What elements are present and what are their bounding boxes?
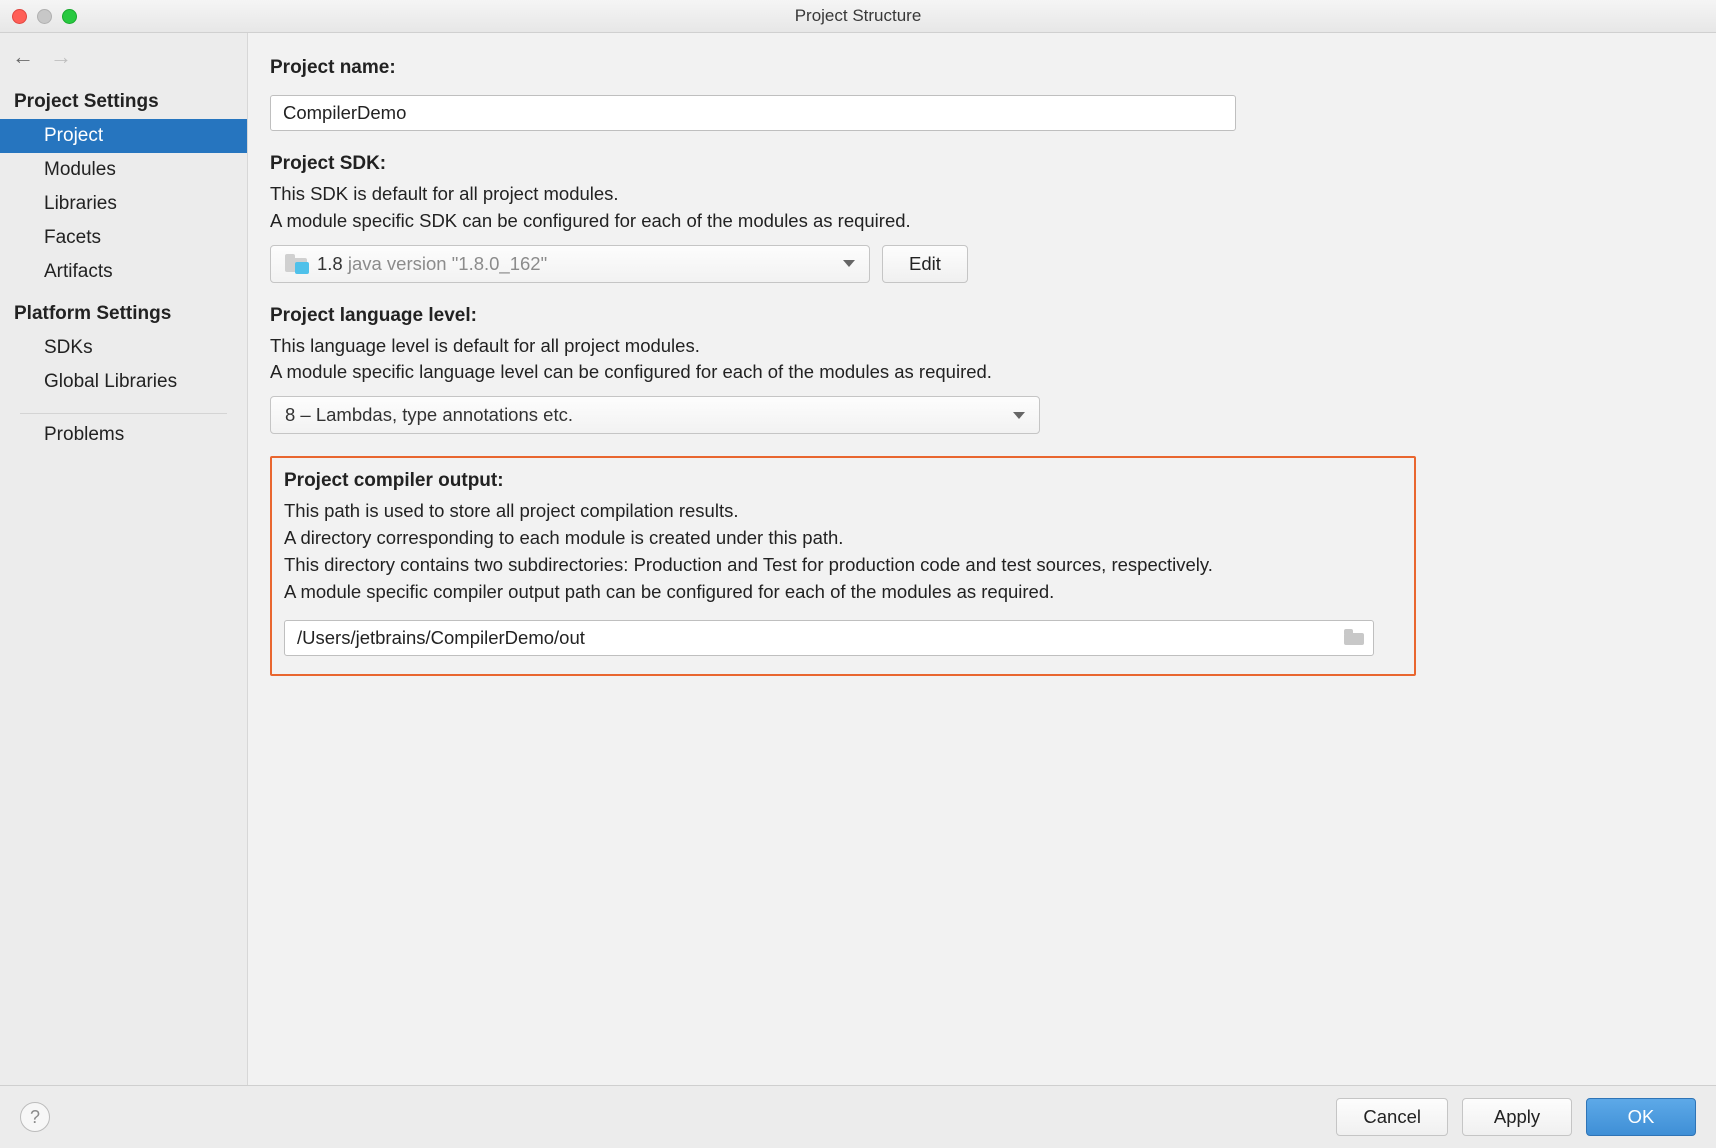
sidebar-item-problems[interactable]: Problems xyxy=(0,418,247,452)
sidebar-heading-platform-settings: Platform Settings xyxy=(0,289,247,331)
chevron-down-icon xyxy=(843,260,855,267)
ok-button[interactable]: OK xyxy=(1586,1098,1696,1136)
project-sdk-dropdown[interactable]: 1.8 java version "1.8.0_162" xyxy=(270,245,870,283)
forward-arrow-icon: → xyxy=(50,46,72,68)
compiler-output-desc-3: This directory contains two subdirectori… xyxy=(284,552,1402,579)
project-sdk-desc-2: A module specific SDK can be configured … xyxy=(270,208,1694,235)
language-level-desc-2: A module specific language level can be … xyxy=(270,359,1694,386)
zoom-window-button[interactable] xyxy=(62,9,77,24)
sidebar-heading-project-settings: Project Settings xyxy=(0,77,247,119)
compiler-output-path-input[interactable] xyxy=(284,620,1374,656)
sidebar-separator xyxy=(20,413,227,414)
content-area: ← → Project Settings Project Modules Lib… xyxy=(0,33,1716,1086)
dialog-footer: ? Cancel Apply OK xyxy=(0,1086,1716,1148)
language-level-desc-1: This language level is default for all p… xyxy=(270,333,1694,360)
sidebar-item-artifacts[interactable]: Artifacts xyxy=(0,255,247,289)
sidebar: ← → Project Settings Project Modules Lib… xyxy=(0,33,248,1085)
compiler-output-desc-2: A directory corresponding to each module… xyxy=(284,525,1402,552)
chevron-down-icon xyxy=(1013,412,1025,419)
sidebar-item-modules[interactable]: Modules xyxy=(0,153,247,187)
back-arrow-icon[interactable]: ← xyxy=(12,46,34,68)
main-panel: Project name: Project SDK: This SDK is d… xyxy=(248,33,1716,1085)
project-sdk-selected-prefix: 1.8 xyxy=(317,253,343,274)
compiler-output-desc-1: This path is used to store all project c… xyxy=(284,498,1402,525)
help-button[interactable]: ? xyxy=(20,1102,50,1132)
language-level-label: Project language level: xyxy=(270,305,1694,327)
project-name-input[interactable] xyxy=(270,95,1236,131)
sidebar-item-project[interactable]: Project xyxy=(0,119,247,153)
window-controls xyxy=(12,9,77,24)
sdk-folder-icon xyxy=(285,256,307,272)
project-name-label: Project name: xyxy=(270,57,1694,79)
sidebar-item-libraries[interactable]: Libraries xyxy=(0,187,247,221)
project-sdk-desc-1: This SDK is default for all project modu… xyxy=(270,181,1694,208)
compiler-output-label: Project compiler output: xyxy=(284,470,1402,492)
window-title: Project Structure xyxy=(0,6,1716,26)
minimize-window-button[interactable] xyxy=(37,9,52,24)
project-sdk-selected-suffix: java version "1.8.0_162" xyxy=(343,253,547,274)
sidebar-item-sdks[interactable]: SDKs xyxy=(0,331,247,365)
sidebar-item-global-libraries[interactable]: Global Libraries xyxy=(0,365,247,399)
project-sdk-label: Project SDK: xyxy=(270,153,1694,175)
titlebar: Project Structure xyxy=(0,0,1716,33)
close-window-button[interactable] xyxy=(12,9,27,24)
sidebar-nav: ← → xyxy=(0,37,247,77)
sidebar-item-facets[interactable]: Facets xyxy=(0,221,247,255)
apply-button[interactable]: Apply xyxy=(1462,1098,1572,1136)
language-level-selected: 8 – Lambdas, type annotations etc. xyxy=(285,404,573,426)
compiler-output-highlight: Project compiler output: This path is us… xyxy=(270,456,1416,675)
edit-sdk-button[interactable]: Edit xyxy=(882,245,968,283)
cancel-button[interactable]: Cancel xyxy=(1336,1098,1448,1136)
browse-folder-icon[interactable] xyxy=(1344,630,1366,646)
project-sdk-selected: 1.8 java version "1.8.0_162" xyxy=(317,253,547,275)
compiler-output-desc-4: A module specific compiler output path c… xyxy=(284,579,1402,606)
language-level-dropdown[interactable]: 8 – Lambdas, type annotations etc. xyxy=(270,396,1040,434)
